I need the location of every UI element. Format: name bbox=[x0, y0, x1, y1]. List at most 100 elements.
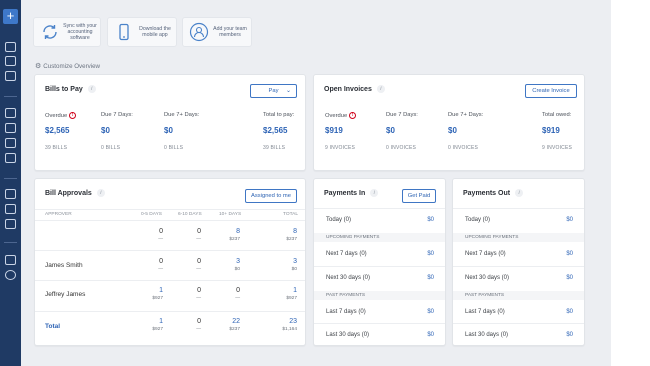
due-7plus-days-count: 0 BILLS bbox=[164, 145, 184, 151]
last-30-days-value[interactable]: $0 bbox=[414, 332, 434, 338]
due-7plus-days-count: 0 INVOICES bbox=[448, 145, 479, 151]
divider bbox=[35, 220, 305, 221]
divider bbox=[314, 323, 445, 324]
chevron-down-icon: ⌄ bbox=[285, 88, 291, 94]
next-7-days-label: Next 7 days (0) bbox=[326, 251, 367, 257]
quick-link-label: Add your team members bbox=[213, 25, 247, 38]
documents-icon[interactable] bbox=[5, 138, 16, 148]
divider bbox=[314, 208, 445, 209]
due-7-days-count: 0 BILLS bbox=[101, 145, 121, 151]
cell-value[interactable]: 8 bbox=[277, 228, 297, 235]
next-7-days-label: Next 7 days (0) bbox=[465, 251, 506, 257]
assigned-to-me-button[interactable]: Assigned to me bbox=[245, 189, 297, 203]
customize-label: Customize Overview bbox=[43, 63, 101, 70]
cell-value[interactable]: 3 bbox=[277, 258, 297, 265]
total-to-pay-amount[interactable]: $2,565 bbox=[263, 126, 287, 135]
column-header-approver: APPROVER bbox=[45, 212, 72, 217]
tag-icon[interactable] bbox=[5, 204, 16, 214]
card-title: Bills to Pay i bbox=[45, 85, 96, 93]
next-7-days-value[interactable]: $0 bbox=[553, 251, 573, 257]
due-7plus-days-amount[interactable]: $0 bbox=[164, 126, 173, 135]
info-icon[interactable]: i bbox=[96, 189, 105, 197]
total-owed-count: 9 INVOICES bbox=[542, 145, 573, 151]
info-icon[interactable]: i bbox=[376, 85, 385, 93]
cell-sub: $237 bbox=[229, 327, 240, 332]
info-icon[interactable]: i bbox=[515, 189, 524, 197]
pay-button-label: Pay bbox=[268, 88, 279, 94]
cell-sub: $927 bbox=[152, 296, 163, 301]
next-7-days-value[interactable]: $0 bbox=[414, 251, 434, 257]
past-payments-header: PAST PAYMENTS bbox=[453, 291, 584, 300]
due-7-days-amount[interactable]: $0 bbox=[101, 126, 110, 135]
customize-overview-link[interactable]: ⚙ Customize Overview bbox=[35, 62, 100, 70]
nav-divider bbox=[4, 242, 17, 243]
cell-sub: $237 bbox=[286, 237, 297, 242]
quick-link-team[interactable]: Add your team members bbox=[182, 17, 252, 47]
cell-sub: — bbox=[196, 237, 201, 242]
next-30-days-value[interactable]: $0 bbox=[414, 275, 434, 281]
pay-button[interactable]: Pay ⌄ bbox=[250, 84, 297, 98]
cell-value[interactable]: 22 bbox=[220, 318, 240, 325]
cell-value[interactable]: 23 bbox=[277, 318, 297, 325]
location-icon[interactable] bbox=[5, 153, 16, 163]
total-owed-label: Total owed: bbox=[542, 112, 572, 118]
nav-divider bbox=[4, 178, 17, 179]
today-value[interactable]: $0 bbox=[553, 217, 573, 223]
column-header-total: TOTAL bbox=[283, 212, 299, 217]
card-title: Payments Out i bbox=[463, 189, 524, 197]
cell-sub: $237 bbox=[229, 237, 240, 242]
overdue-count: 39 BILLS bbox=[45, 145, 68, 151]
cell-value[interactable]: 3 bbox=[220, 258, 240, 265]
sync-icon bbox=[40, 22, 60, 42]
bills-to-pay-card: Bills to Pay i Pay ⌄ Overdue! Due 7 Days:… bbox=[34, 74, 306, 171]
overdue-label: Overdue! bbox=[45, 112, 77, 119]
invoices-icon[interactable] bbox=[5, 123, 16, 133]
next-30-days-label: Next 30 days (0) bbox=[465, 275, 510, 281]
money-icon[interactable] bbox=[5, 219, 16, 229]
get-paid-button[interactable]: Get Paid bbox=[402, 189, 436, 203]
nav-rail: + bbox=[0, 0, 21, 366]
last-7-days-value[interactable]: $0 bbox=[553, 309, 573, 315]
add-new-button[interactable]: + bbox=[3, 9, 18, 24]
cell-value[interactable]: 8 bbox=[220, 228, 240, 235]
quick-link-label: Sync with your accounting software bbox=[63, 22, 97, 42]
cell-value: 0 bbox=[197, 318, 201, 325]
due-7plus-days-amount[interactable]: $0 bbox=[448, 126, 457, 135]
overdue-amount[interactable]: $919 bbox=[325, 126, 343, 135]
next-30-days-label: Next 30 days (0) bbox=[326, 275, 371, 281]
cell-value[interactable]: 1 bbox=[277, 287, 297, 294]
divider bbox=[35, 209, 305, 210]
total-owed-amount[interactable]: $919 bbox=[542, 126, 560, 135]
card-title: Bill Approvals i bbox=[45, 189, 105, 197]
open-invoices-card: Open Invoices i Create Invoice Overdue! D… bbox=[313, 74, 585, 171]
reports-icon[interactable] bbox=[5, 255, 16, 265]
warning-icon: ! bbox=[69, 112, 77, 119]
bills-icon[interactable] bbox=[5, 71, 16, 81]
inbox-icon[interactable] bbox=[5, 56, 16, 66]
cell-value[interactable]: 1 bbox=[143, 318, 163, 325]
overdue-amount[interactable]: $2,565 bbox=[45, 126, 69, 135]
today-value[interactable]: $0 bbox=[414, 217, 434, 223]
cell-sub: — bbox=[235, 296, 240, 301]
total-label: Total bbox=[45, 323, 61, 330]
quick-link-label: Download the mobile app bbox=[139, 25, 171, 38]
quick-link-mobile[interactable]: Download the mobile app bbox=[107, 17, 177, 47]
dashboard-icon[interactable] bbox=[5, 42, 16, 52]
help-icon[interactable] bbox=[5, 270, 16, 280]
quick-link-sync[interactable]: Sync with your accounting software bbox=[33, 17, 101, 47]
last-30-days-value[interactable]: $0 bbox=[553, 332, 573, 338]
info-icon[interactable]: i bbox=[87, 85, 96, 93]
next-30-days-value[interactable]: $0 bbox=[553, 275, 573, 281]
contacts-icon[interactable] bbox=[5, 189, 16, 199]
divider bbox=[453, 208, 584, 209]
total-to-pay-label: Total to pay: bbox=[263, 112, 295, 118]
due-7-days-amount[interactable]: $0 bbox=[386, 126, 395, 135]
cell-sub: $1,164 bbox=[282, 327, 297, 332]
last-7-days-value[interactable]: $0 bbox=[414, 309, 434, 315]
create-invoice-button[interactable]: Create Invoice bbox=[525, 84, 577, 98]
card-title: Payments In i bbox=[324, 189, 379, 197]
cell-value[interactable]: 1 bbox=[143, 287, 163, 294]
info-icon[interactable]: i bbox=[370, 189, 379, 197]
last-7-days-label: Last 7 days (0) bbox=[465, 309, 505, 315]
receivables-icon[interactable] bbox=[5, 108, 16, 118]
